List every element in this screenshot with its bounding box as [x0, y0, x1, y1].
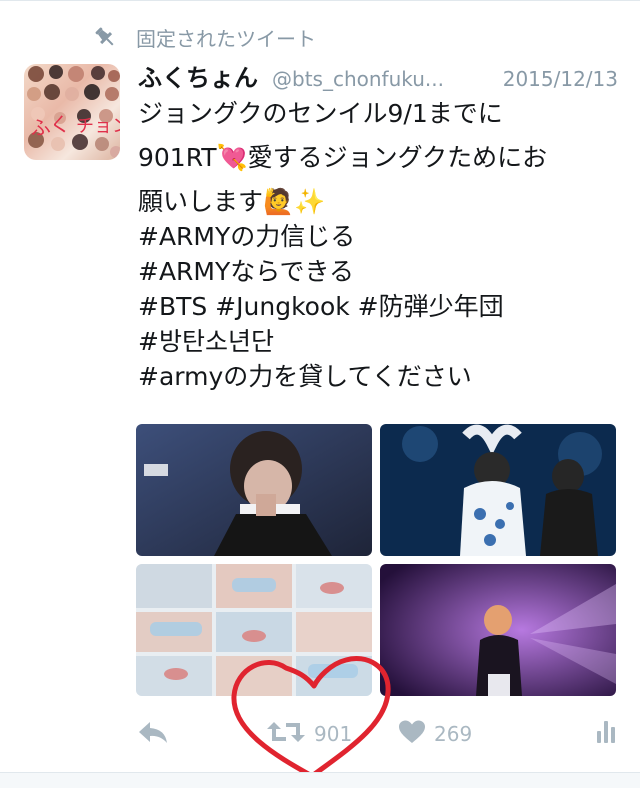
tweet-actions: 901 269: [136, 712, 620, 756]
svg-text:ふく: ふく: [29, 111, 72, 140]
hashtag-line[interactable]: #armyの力を貸してください: [138, 359, 628, 394]
tweet-line: ジョングクのセンイル9/1までに: [138, 99, 503, 128]
photo-1[interactable]: [136, 424, 372, 556]
tweet-date[interactable]: 2015/12/13: [503, 67, 618, 91]
like-button[interactable]: 269: [398, 712, 472, 756]
media-grid: [136, 424, 616, 696]
tweet-header: ふくちょん @bts_chonfuku... 2015/12/13: [138, 58, 618, 98]
analytics-button[interactable]: [596, 712, 620, 756]
pinned-label: 固定されたツイート: [136, 26, 316, 51]
tweet-line: 願いします🙋✨: [138, 187, 326, 216]
top-divider: [0, 0, 640, 1]
pin-icon: [92, 24, 118, 50]
retweet-icon: [266, 719, 306, 750]
hashtag-line[interactable]: #ARMYの力信じる: [138, 219, 628, 254]
tweet-line: 901RT💘愛するジョングクためにお: [138, 143, 548, 172]
tweet-text: ジョングクのセンイル9/1までに 901RT💘愛するジョングクためにお 願いしま…: [138, 96, 628, 394]
like-count: 269: [434, 722, 473, 746]
reply-button[interactable]: [136, 712, 170, 756]
photo-2[interactable]: [380, 424, 616, 556]
photo-3[interactable]: [136, 564, 372, 696]
svg-text:チョン: チョン: [76, 116, 120, 137]
analytics-icon: [596, 719, 620, 750]
reply-icon: [136, 719, 170, 750]
hashtag-line[interactable]: #방탄소년단: [138, 324, 628, 359]
display-name[interactable]: ふくちょん: [138, 58, 258, 93]
hashtag-line[interactable]: #ARMYならできる: [138, 254, 628, 289]
pinned-tweet-label-row: 固定されたツイート: [92, 22, 316, 52]
retweet-button[interactable]: 901: [266, 712, 352, 756]
user-handle[interactable]: @bts_chonfuku...: [272, 67, 444, 91]
heart-icon: [398, 719, 426, 750]
retweet-count: 901: [314, 722, 353, 746]
bottom-divider: [0, 772, 640, 788]
avatar[interactable]: ふく チョン: [24, 64, 120, 160]
photo-4[interactable]: [380, 564, 616, 696]
hashtag-line[interactable]: #BTS #Jungkook #防弾少年団: [138, 289, 628, 324]
